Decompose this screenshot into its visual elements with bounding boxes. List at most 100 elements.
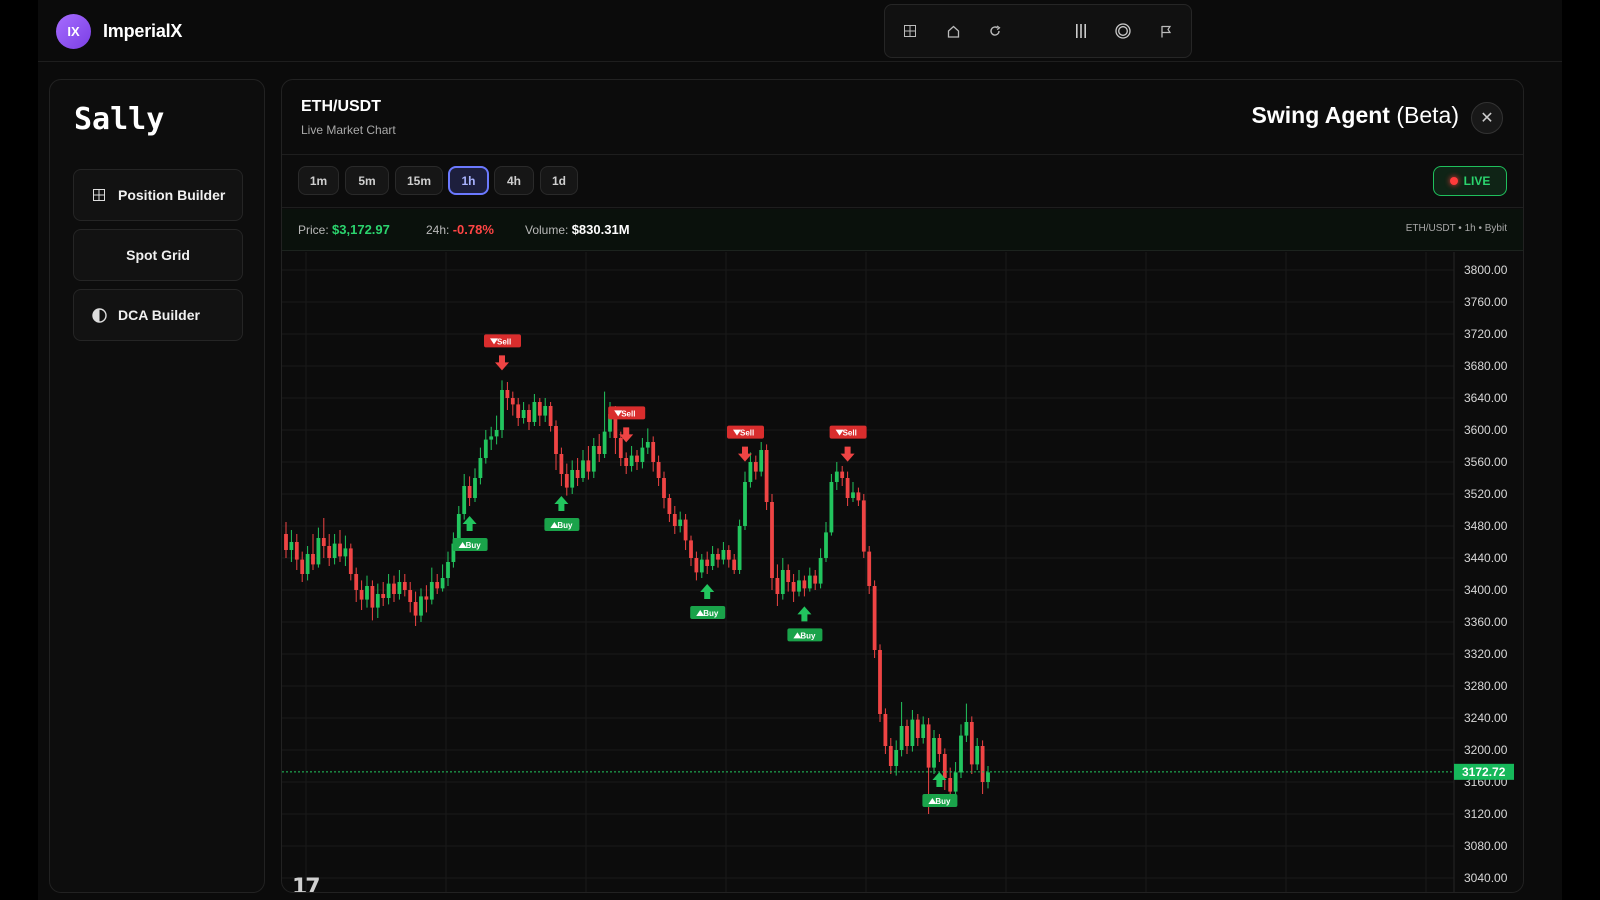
price-label: Price: [298,223,329,237]
position-builder-label: Position Builder [118,187,226,203]
candle-body [872,586,877,650]
y-tick-label: 3480.00 [1464,519,1508,533]
y-tick-label: 3720.00 [1464,327,1508,341]
candle-body [381,594,386,598]
candle-body [959,735,963,773]
candle-body [710,554,715,566]
refresh-icon[interactable] [984,20,1006,42]
timeframe-1m[interactable]: 1m [298,166,339,195]
timeframe-4h[interactable]: 4h [494,166,534,195]
spot-grid-button[interactable]: Spot Grid [73,229,243,281]
timeframe-15m[interactable]: 15m [395,166,443,195]
candle-body [419,596,423,616]
candle-body [564,474,569,488]
flag-icon[interactable] [1155,20,1177,42]
candle-body [759,450,764,472]
y-tick-label: 3360.00 [1464,615,1508,629]
candle-body [494,430,499,437]
candle-body [662,478,666,498]
market-stats: Price: $3,172.97 24h: -0.78% Volume: $83… [282,209,1523,251]
buy-label: Buy [800,631,816,640]
candle-body [473,478,477,498]
candle-body [624,458,629,466]
brand-logo: IX [56,14,91,49]
pair-subtitle: Live Market Chart [301,123,396,137]
candle-body [705,559,710,566]
toolbar [884,4,1192,58]
agent-tag: (Beta) [1396,102,1459,128]
volume-value: $830.31M [571,222,630,237]
timeframe-1h[interactable]: 1h [448,166,489,195]
candle-body [937,738,942,754]
timeframe-1d[interactable]: 1d [540,166,578,195]
candle-body [586,460,591,472]
y-tick-label: 3320.00 [1464,647,1508,661]
top-bar: IX ImperialX [38,0,1562,62]
candle-body [824,532,828,558]
grid-icon[interactable] [899,20,921,42]
candle-body [597,446,602,454]
dca-builder-button[interactable]: DCA Builder [73,289,243,341]
candle-body [354,574,359,590]
bars-icon[interactable] [1070,20,1092,42]
candle-body [300,559,305,574]
candle-body [894,750,899,766]
candle-body [748,462,753,482]
change-value: -0.78% [452,222,494,237]
buy-label: Buy [703,609,719,618]
candle-body [807,575,812,589]
timeframe-5m[interactable]: 5m [345,166,389,195]
brand[interactable]: IX ImperialX [56,14,182,49]
candle-body [386,583,391,598]
candlestick-chart[interactable]: 3800.00 3760.00 3720.00 3680.00 3640.00 3600.… [282,252,1524,893]
candle-body [429,582,434,600]
spot-grid-label: Spot Grid [126,247,190,263]
y-tick-label: 3120.00 [1464,807,1508,821]
candle-body [969,722,974,765]
candle-body [834,471,839,482]
volume-label: Volume: [525,223,569,237]
buy-label: Buy [557,521,573,530]
position-builder-button[interactable]: Position Builder [73,169,243,221]
y-tick-label: 3680.00 [1464,359,1508,373]
price-value: $3,172.97 [332,222,390,237]
buy-label: Buy [466,541,482,550]
buy-arrow-icon [554,496,569,511]
close-button[interactable]: ✕ [1471,102,1503,134]
candle-body [840,471,845,478]
candle-body [462,486,467,514]
candle-body [867,551,872,586]
candle-body [775,578,780,594]
grid-icon [90,186,108,204]
candle-body [359,590,364,600]
dca-builder-label: DCA Builder [118,307,200,323]
candle-body [543,406,548,416]
buy-arrow-icon [700,584,715,599]
candle-body [694,558,699,573]
chart-svg[interactable]: 3800.00 3760.00 3720.00 3680.00 3640.00 3600.… [282,252,1524,893]
sell-label: Sell [740,429,754,438]
candle-body [737,526,742,570]
candle-body [527,410,531,422]
target-icon[interactable] [1112,20,1134,42]
candle-body [311,554,315,565]
candle-body [651,442,656,462]
candle-body [953,772,958,792]
candle-body [915,719,920,738]
candle-body [845,478,850,498]
agent-title: Swing Agent (Beta) [1252,102,1459,129]
candle-body [980,746,985,782]
candle-body [424,596,429,600]
candle-body [618,438,623,458]
candle-body [743,482,747,526]
y-tick-label: 3200.00 [1464,743,1508,757]
home-icon[interactable] [942,20,964,42]
candle-body [629,455,634,466]
chart-panel: ETH/USDT Live Market Chart Swing Agent (… [281,79,1524,893]
agent-persona-title: Sally [74,102,165,137]
candle-body [402,582,407,590]
candle-body [559,454,564,474]
sell-arrow-icon [495,355,509,371]
buy-label: Buy [935,797,951,806]
candle-body [770,502,774,578]
